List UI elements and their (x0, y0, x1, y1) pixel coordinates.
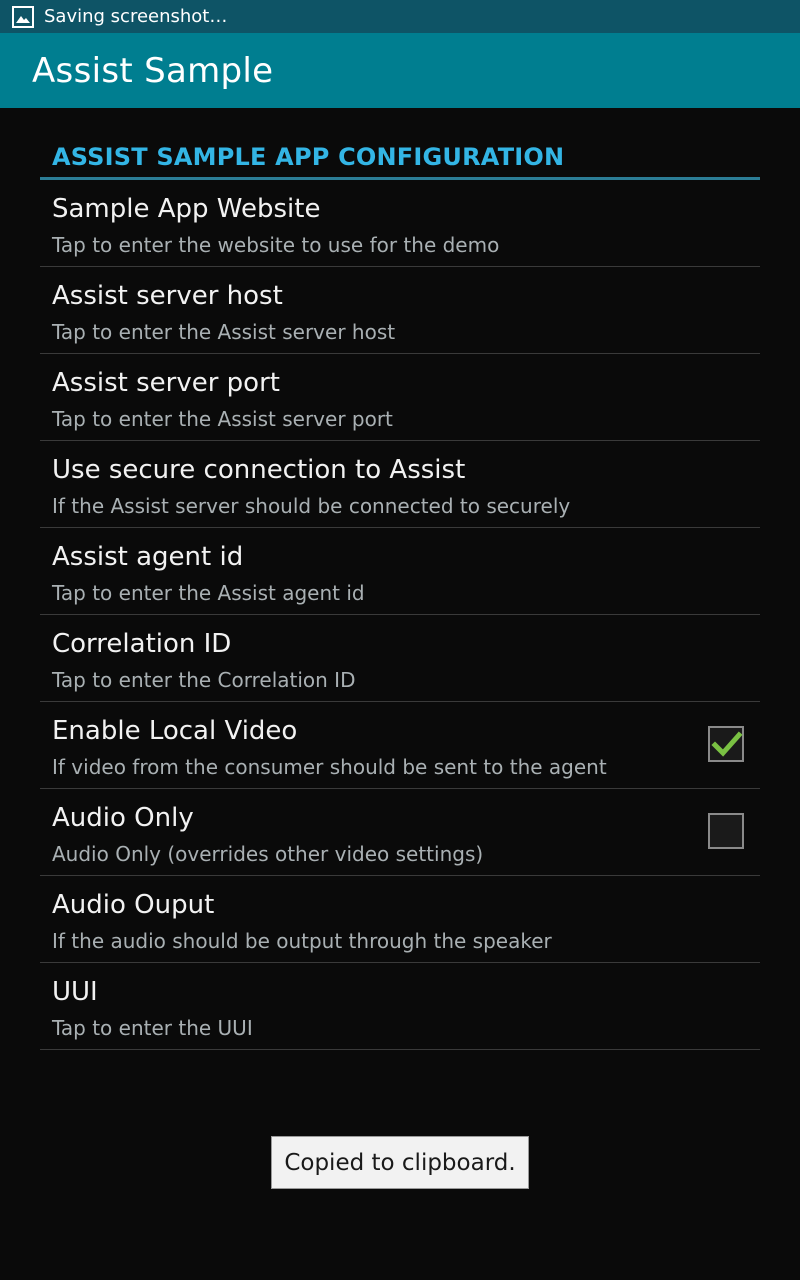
pref-summary: If the Assist server should be connected… (52, 494, 571, 518)
pref-enable-local-video[interactable]: Enable Local Video If video from the con… (40, 702, 760, 789)
pref-title: Enable Local Video (52, 716, 298, 746)
pref-title: Audio Ouput (52, 890, 215, 920)
pref-summary: Tap to enter the Correlation ID (52, 668, 356, 692)
toast-text: Copied to clipboard. (284, 1149, 516, 1176)
pref-title: Correlation ID (52, 629, 232, 659)
app-title: Assist Sample (32, 50, 274, 91)
pref-title: Assist server port (52, 368, 280, 398)
pref-correlation-id[interactable]: Correlation ID Tap to enter the Correlat… (40, 615, 760, 702)
pref-summary: Tap to enter the Assist server port (52, 407, 393, 431)
preferences-list: ASSIST SAMPLE APP CONFIGURATION Sample A… (40, 108, 760, 1050)
pref-title: Assist server host (52, 281, 283, 311)
pref-use-secure-connection[interactable]: Use secure connection to Assist If the A… (40, 441, 760, 528)
pref-summary: Tap to enter the Assist agent id (52, 581, 365, 605)
pref-assist-agent-id[interactable]: Assist agent id Tap to enter the Assist … (40, 528, 760, 615)
pref-title: Sample App Website (52, 194, 321, 224)
pref-summary: Audio Only (overrides other video settin… (52, 842, 484, 866)
category-title: ASSIST SAMPLE APP CONFIGURATION (52, 143, 565, 171)
pref-summary: Tap to enter the website to use for the … (52, 233, 500, 257)
status-text: Saving screenshot… (44, 6, 228, 27)
status-bar: Saving screenshot… (0, 0, 800, 33)
pref-sample-app-website[interactable]: Sample App Website Tap to enter the webs… (40, 180, 760, 267)
pref-summary: If video from the consumer should be sen… (52, 755, 607, 779)
checkmark-icon (711, 731, 743, 757)
pref-title: Audio Only (52, 803, 194, 833)
pref-summary: Tap to enter the Assist server host (52, 320, 396, 344)
toast-message: Copied to clipboard. (271, 1136, 529, 1189)
pref-audio-only[interactable]: Audio Only Audio Only (overrides other v… (40, 789, 760, 876)
audio-only-checkbox[interactable] (708, 813, 744, 849)
pref-assist-server-host[interactable]: Assist server host Tap to enter the Assi… (40, 267, 760, 354)
image-icon (12, 5, 34, 28)
pref-summary: If the audio should be output through th… (52, 929, 552, 953)
preference-category-header: ASSIST SAMPLE APP CONFIGURATION (40, 108, 760, 180)
pref-title: Assist agent id (52, 542, 244, 572)
action-bar: Assist Sample (0, 33, 800, 108)
enable-local-video-checkbox[interactable] (708, 726, 744, 762)
pref-title: Use secure connection to Assist (52, 455, 466, 485)
pref-audio-output[interactable]: Audio Ouput If the audio should be outpu… (40, 876, 760, 963)
pref-summary: Tap to enter the UUI (52, 1016, 253, 1040)
pref-title: UUI (52, 977, 98, 1007)
pref-uui[interactable]: UUI Tap to enter the UUI (40, 963, 760, 1050)
pref-assist-server-port[interactable]: Assist server port Tap to enter the Assi… (40, 354, 760, 441)
